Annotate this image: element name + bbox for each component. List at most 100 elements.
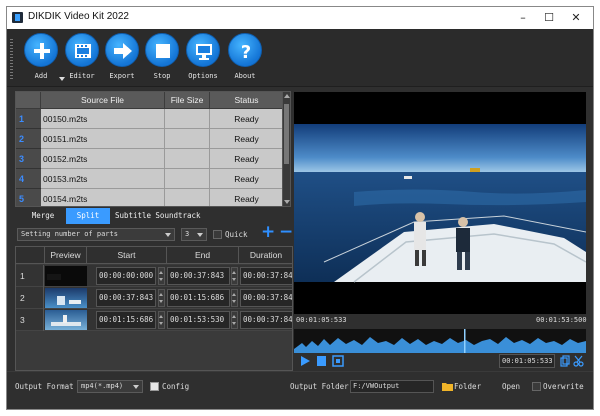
tab-split[interactable]: Split bbox=[66, 208, 110, 224]
table-row[interactable]: 3 00:01:15:686 00:01:53:530 00:00:37:843 bbox=[16, 309, 292, 331]
part-number: 1 bbox=[16, 265, 44, 287]
status-cell[interactable]: Ready bbox=[210, 169, 284, 189]
header-status[interactable]: Status bbox=[210, 92, 284, 108]
source-file-cell[interactable]: 00152.m2ts bbox=[41, 149, 165, 169]
end-time-field[interactable]: 00:01:53:530 bbox=[167, 311, 230, 329]
file-grid[interactable]: Source File File Size Status 1 00150.m2t… bbox=[15, 91, 291, 207]
end-time-stepper[interactable] bbox=[231, 267, 238, 285]
header-source-file[interactable]: Source File bbox=[41, 92, 165, 108]
parts-count-select[interactable]: 3 bbox=[181, 228, 207, 241]
scroll-thumb[interactable] bbox=[284, 104, 289, 164]
overwrite-checkbox[interactable] bbox=[532, 382, 541, 391]
video-preview[interactable] bbox=[294, 92, 586, 314]
start-time-field[interactable]: 00:01:15:686 bbox=[96, 311, 156, 329]
part-number: 2 bbox=[16, 287, 44, 309]
header-duration: Duration bbox=[239, 247, 292, 264]
film-icon bbox=[65, 33, 99, 67]
copy-icon[interactable] bbox=[560, 355, 570, 367]
audio-waveform[interactable] bbox=[294, 329, 586, 353]
output-bar: Output Format mp4(*.mp4) Config Output F… bbox=[7, 371, 593, 409]
about-button[interactable]: ? About bbox=[223, 33, 267, 85]
current-time-field[interactable]: 00:01:05:533 bbox=[499, 354, 555, 368]
source-file-cell[interactable]: 00154.m2ts bbox=[41, 189, 165, 206]
file-grid-scrollbar[interactable] bbox=[282, 92, 290, 206]
split-settings: Setting number of parts 3 Quick + − bbox=[15, 222, 295, 243]
timeline-bar: 00:01:05:533 00:01:53:500 bbox=[294, 314, 587, 329]
config-icon[interactable] bbox=[150, 382, 159, 391]
tab-merge[interactable]: Merge bbox=[23, 208, 63, 224]
chevron-down-icon bbox=[133, 385, 139, 389]
duration-field[interactable]: 00:00:37:843 bbox=[240, 289, 292, 307]
add-part-button[interactable]: + bbox=[261, 222, 275, 242]
tab-subtitle[interactable]: Subtitle bbox=[112, 208, 154, 224]
file-size-cell[interactable] bbox=[165, 169, 210, 189]
end-time-field[interactable]: 00:00:37:843 bbox=[167, 267, 230, 285]
source-file-cell[interactable]: 00150.m2ts bbox=[41, 109, 165, 129]
row-number: 1 bbox=[16, 109, 41, 129]
maximize-button[interactable]: ☐ bbox=[536, 9, 562, 27]
split-mode-select[interactable]: Setting number of parts bbox=[17, 228, 175, 241]
file-size-cell[interactable] bbox=[165, 149, 210, 169]
app-window: DIKDIK Video Kit 2022 – ☐ ✕ Add Editor E… bbox=[6, 6, 594, 410]
minimize-button[interactable]: – bbox=[510, 9, 536, 27]
stop-icon[interactable] bbox=[316, 355, 327, 367]
fullscreen-icon[interactable] bbox=[332, 355, 344, 367]
table-row[interactable]: 2 00:00:37:843 00:01:15:686 00:00:37:843 bbox=[16, 287, 292, 309]
start-time-stepper[interactable] bbox=[158, 267, 165, 285]
status-cell[interactable]: Ready bbox=[210, 109, 284, 129]
chevron-down-icon bbox=[165, 233, 171, 237]
end-time-stepper[interactable] bbox=[231, 289, 238, 307]
source-file-cell[interactable]: 00151.m2ts bbox=[41, 129, 165, 149]
scroll-down-icon[interactable] bbox=[284, 200, 290, 204]
tab-soundtrack[interactable]: Soundtrack bbox=[154, 208, 202, 224]
header-start: Start bbox=[87, 247, 167, 264]
table-row[interactable]: 1 00150.m2ts Ready bbox=[16, 109, 284, 129]
status-cell[interactable]: Ready bbox=[210, 189, 284, 206]
play-icon[interactable] bbox=[300, 355, 311, 367]
end-time-field[interactable]: 00:01:15:686 bbox=[167, 289, 230, 307]
header-corner bbox=[16, 92, 41, 108]
player-controls: 00:01:05:533 bbox=[294, 353, 586, 369]
file-size-cell[interactable] bbox=[165, 189, 210, 206]
start-time-field[interactable]: 00:00:00:000 bbox=[96, 267, 156, 285]
source-file-cell[interactable]: 00153.m2ts bbox=[41, 169, 165, 189]
row-number: 5 bbox=[16, 189, 41, 206]
end-time-stepper[interactable] bbox=[231, 311, 238, 329]
quick-checkbox[interactable] bbox=[213, 230, 222, 239]
plus-icon bbox=[24, 33, 58, 67]
start-time-stepper[interactable] bbox=[158, 311, 165, 329]
table-row[interactable]: 1 00:00:00:000 00:00:37:843 00:00:37:843 bbox=[16, 265, 292, 287]
output-format-select[interactable]: mp4(*.mp4) bbox=[77, 380, 143, 393]
output-format-value: mp4(*.mp4) bbox=[81, 382, 124, 390]
table-row[interactable]: 3 00152.m2ts Ready bbox=[16, 149, 284, 169]
status-cell[interactable]: Ready bbox=[210, 149, 284, 169]
file-size-cell[interactable] bbox=[165, 129, 210, 149]
header-file-size[interactable]: File Size bbox=[165, 92, 210, 108]
table-row[interactable]: 5 00154.m2ts Ready bbox=[16, 189, 284, 206]
table-row[interactable]: 4 00153.m2ts Ready bbox=[16, 169, 284, 189]
folder-icon[interactable] bbox=[442, 381, 453, 391]
time-start: 00:01:05:533 bbox=[296, 316, 347, 324]
duration-field[interactable]: 00:00:37:843 bbox=[240, 311, 292, 329]
start-time-stepper[interactable] bbox=[158, 289, 165, 307]
close-button[interactable]: ✕ bbox=[563, 9, 589, 27]
header-preview: Preview bbox=[45, 247, 87, 264]
file-size-cell[interactable] bbox=[165, 109, 210, 129]
parts-count-value: 3 bbox=[185, 230, 190, 238]
folder-button[interactable]: Folder bbox=[454, 382, 481, 391]
question-icon: ? bbox=[228, 33, 262, 67]
table-row[interactable]: 2 00151.m2ts Ready bbox=[16, 129, 284, 149]
config-button[interactable]: Config bbox=[162, 382, 189, 391]
output-folder-field[interactable]: F:/VWOutput bbox=[350, 380, 434, 393]
scissors-icon[interactable] bbox=[573, 355, 584, 367]
output-folder-label: Output Folder bbox=[290, 382, 349, 391]
chevron-down-icon bbox=[197, 233, 203, 237]
status-cell[interactable]: Ready bbox=[210, 129, 284, 149]
duration-field[interactable]: 00:00:37:843 bbox=[240, 267, 292, 285]
scroll-up-icon[interactable] bbox=[284, 94, 290, 98]
open-button[interactable]: Open bbox=[502, 382, 520, 391]
remove-part-button[interactable]: − bbox=[279, 222, 293, 242]
parts-grid[interactable]: Preview Start End Duration 1 00:00:00:00… bbox=[15, 246, 293, 371]
start-time-field[interactable]: 00:00:37:843 bbox=[96, 289, 156, 307]
preview-thumbnail bbox=[45, 310, 87, 330]
